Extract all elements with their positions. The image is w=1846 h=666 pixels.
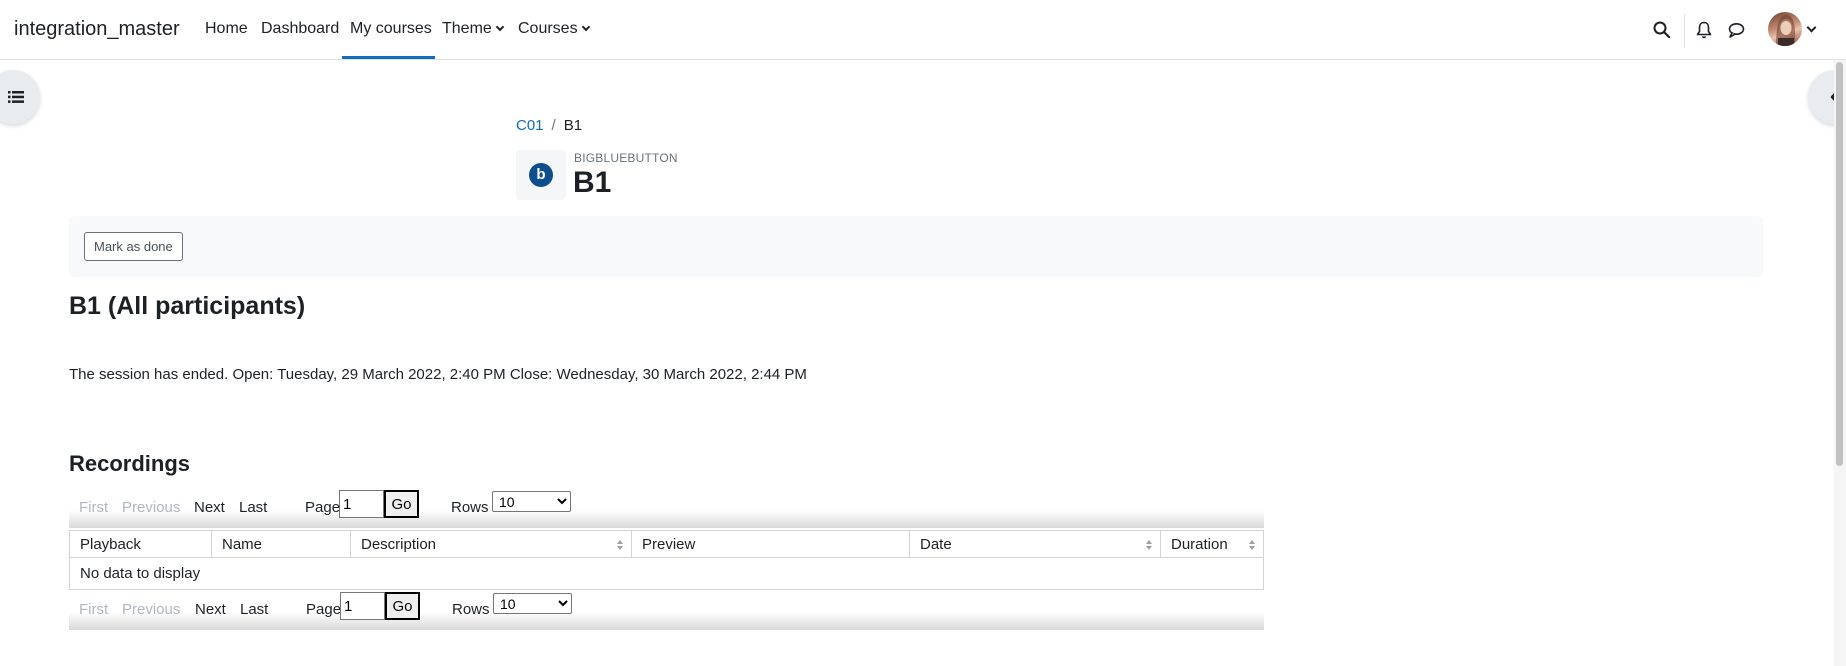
pager-page-input[interactable] [339, 490, 384, 518]
pager-previous: Previous [122, 499, 181, 516]
search-icon[interactable] [1650, 18, 1674, 42]
col-description-label: Description [361, 536, 437, 553]
module-icon-box: b [516, 150, 566, 200]
col-playback: Playback [70, 531, 212, 557]
pager-page-label: Page [306, 601, 342, 618]
course-index-toggle[interactable] [0, 70, 40, 124]
pager-rows-select[interactable]: 10 [493, 593, 572, 614]
pager-page-label: Page [305, 499, 341, 516]
pager-go-button[interactable]: Go [385, 592, 420, 620]
chat-icon[interactable] [1724, 18, 1748, 42]
pager-last[interactable]: Last [240, 601, 268, 618]
recordings-pager-top: First Previous Next Last Page Go Rows 10 [69, 488, 1264, 528]
bigbluebutton-icon: b [529, 163, 553, 187]
session-status-text: The session has ended. Open: Tuesday, 29… [69, 366, 807, 383]
pager-rows-select[interactable]: 10 [492, 491, 571, 512]
mark-as-done-button[interactable]: Mark as done [84, 232, 183, 261]
navbar: integration_master Home Dashboard My cou… [0, 0, 1846, 60]
pager-next[interactable]: Next [195, 601, 226, 618]
nav-my-courses[interactable]: My courses [350, 20, 432, 60]
breadcrumb-activity: B1 [563, 117, 583, 134]
scrollbar-thumb[interactable] [1836, 62, 1843, 466]
nav-courses[interactable]: Courses [518, 20, 590, 60]
module-type-label: BIGBLUEBUTTON [574, 151, 678, 165]
activity-completion-bar: Mark as done [69, 216, 1763, 277]
recordings-table-header: Playback Name Description Preview Date D… [69, 530, 1264, 558]
recordings-pager-bottom: First Previous Next Last Page Go Rows 10 [69, 590, 1264, 630]
index-drawer-icon [8, 90, 24, 109]
pager-first: First [79, 601, 109, 618]
bell-icon[interactable] [1692, 18, 1716, 42]
breadcrumb: C01 / B1 [516, 117, 582, 134]
page-title: B1 [573, 166, 612, 199]
table-empty-row: No data to display [69, 558, 1264, 590]
pager-next[interactable]: Next [194, 499, 225, 516]
nav-home[interactable]: Home [205, 20, 248, 60]
breadcrumb-separator: / [551, 117, 556, 134]
pager-previous: Previous [122, 601, 181, 618]
breadcrumb-course[interactable]: C01 [516, 117, 544, 134]
pager-first: First [79, 499, 109, 516]
nav-theme[interactable]: Theme [442, 20, 505, 60]
nav-active-indicator [342, 56, 435, 59]
nav-courses-label: Courses [518, 20, 578, 37]
chevron-down-icon [495, 22, 505, 32]
col-date-label: Date [920, 536, 952, 553]
nav-divider [1684, 14, 1685, 48]
pager-rows-label: Rows [452, 601, 490, 618]
pager-rows-label: Rows [451, 499, 489, 516]
pager-page-input[interactable] [340, 592, 385, 620]
user-avatar[interactable] [1768, 12, 1802, 46]
user-menu-chevron-icon[interactable] [1806, 22, 1817, 33]
pager-last[interactable]: Last [239, 499, 267, 516]
col-preview: Preview [632, 531, 910, 557]
chevron-down-icon [581, 22, 590, 32]
pager-go-button[interactable]: Go [384, 490, 419, 518]
col-name: Name [212, 531, 351, 557]
session-title: B1 (All participants) [69, 292, 306, 320]
col-description[interactable]: Description [351, 531, 632, 557]
site-brand[interactable]: integration_master [14, 18, 180, 41]
col-date[interactable]: Date [910, 531, 1161, 557]
nav-dashboard[interactable]: Dashboard [261, 20, 339, 60]
recordings-heading: Recordings [69, 451, 191, 476]
nav-theme-label: Theme [442, 20, 492, 37]
col-duration[interactable]: Duration [1161, 531, 1263, 557]
col-duration-label: Duration [1171, 536, 1228, 553]
